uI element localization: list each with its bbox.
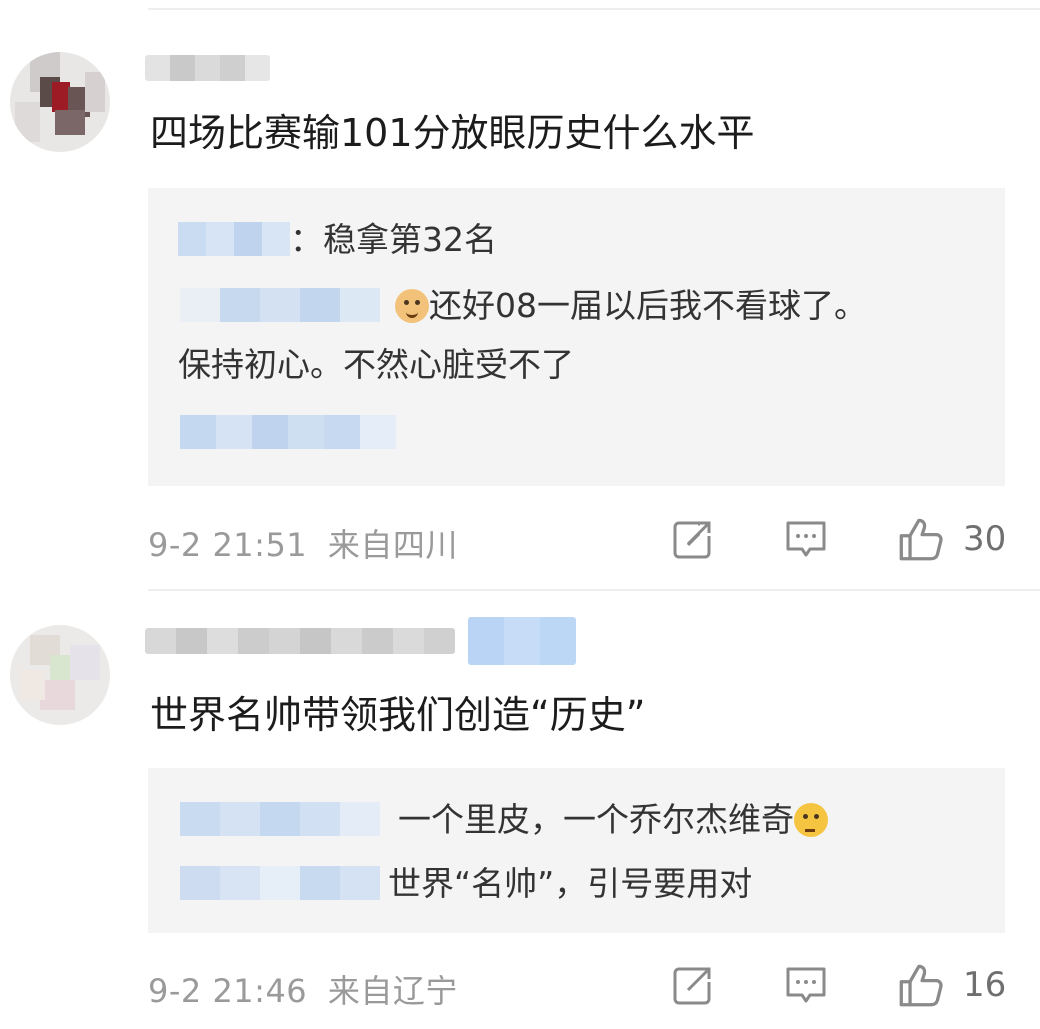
username-blurred[interactable] [145, 55, 270, 81]
comment-text: 世界名帅带领我们创造“历史” [150, 693, 646, 737]
repost-icon[interactable] [672, 964, 714, 1006]
thumbs-up-icon[interactable] [898, 516, 944, 562]
reply-username-blurred[interactable] [180, 866, 380, 900]
top-divider [148, 8, 1040, 10]
doge-emoji [395, 289, 429, 323]
comment-divider [148, 589, 1040, 591]
reply-text: 还好08一届以后我不看球了。 [429, 286, 867, 325]
like-count: 16 [963, 965, 1007, 1005]
reply-username-blurred[interactable] [180, 288, 380, 322]
comment-meta: 9-2 21:51 来自四川 [148, 520, 458, 566]
comment-meta: 9-2 21:46 来自辽宁 [148, 966, 458, 1012]
username-blurred[interactable] [145, 628, 455, 654]
user-avatar[interactable] [10, 52, 110, 152]
user-badge-blurred [468, 617, 576, 665]
like-count: 30 [963, 519, 1007, 559]
comment-icon[interactable] [785, 964, 827, 1006]
reply-line: 一个里皮，一个乔尔杰维奇 [398, 797, 828, 843]
thinking-emoji [794, 803, 828, 837]
reply-box[interactable] [148, 768, 1005, 933]
comment-text: 四场比赛输101分放眼历史什么水平 [150, 111, 755, 155]
location: 来自辽宁 [327, 972, 458, 1010]
reply-username-blurred[interactable] [178, 222, 290, 256]
comment-icon[interactable] [785, 518, 827, 560]
thumbs-up-icon[interactable] [898, 962, 944, 1008]
more-replies-link-blurred[interactable] [180, 415, 396, 449]
reply-username-blurred[interactable] [180, 802, 380, 836]
repost-icon[interactable] [672, 518, 714, 560]
timestamp: 9-2 21:51 [148, 526, 308, 564]
timestamp: 9-2 21:46 [148, 972, 308, 1010]
reply-text: 世界“名帅”，引号要用对 [388, 864, 753, 903]
location: 来自四川 [327, 526, 458, 564]
reply-text: 一个里皮，一个乔尔杰维奇 [398, 800, 794, 839]
reply-text-continuation: 保持初心。不然心脏受不了 [178, 345, 574, 384]
user-avatar[interactable] [10, 625, 110, 725]
reply-text: ：稳拿第32名 [290, 220, 497, 259]
reply-line: 还好08一届以后我不看球了。 [395, 283, 867, 329]
